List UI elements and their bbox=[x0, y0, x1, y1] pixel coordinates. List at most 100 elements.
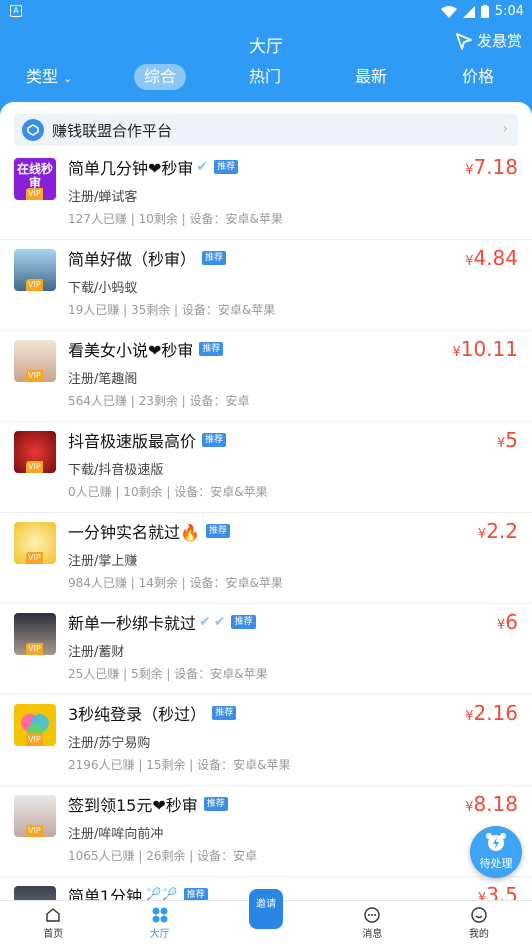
task-meta: 1065人已赚 | 26剩余 | 设备：安卓 bbox=[68, 849, 258, 863]
recommend-tag: 推荐 bbox=[214, 160, 239, 174]
task-title: 简单好做（秒审） bbox=[68, 250, 197, 269]
nav-mine[interactable]: 我的 bbox=[426, 901, 532, 946]
banner-text: 赚钱联盟合作平台 bbox=[52, 121, 173, 140]
vip-badge: VIP bbox=[26, 279, 43, 291]
tab-price[interactable]: 价格 bbox=[462, 64, 494, 90]
invite-label: 邀请 bbox=[256, 899, 277, 910]
task-price: ¥8.18 bbox=[465, 792, 518, 816]
tab-price-label: 价格 bbox=[462, 67, 495, 86]
task-thumbnail bbox=[14, 886, 56, 900]
task-title-row: 看美女小说❤秒审 推荐 bbox=[68, 337, 224, 361]
task-subtitle: 注册/苏宁易购 bbox=[68, 736, 151, 751]
vip-badge: VIP bbox=[26, 643, 43, 655]
task-item[interactable]: VIP 看美女小说❤秒审 推荐 注册/笔趣阁 564人已赚 | 23剩余 | 设… bbox=[0, 331, 532, 422]
post-reward-button[interactable]: 发悬赏 bbox=[455, 30, 522, 51]
bear-bolt-icon bbox=[486, 833, 506, 851]
task-thumbnail: VIP bbox=[14, 340, 56, 382]
recommend-tag: 推荐 bbox=[199, 342, 224, 356]
tab-latest[interactable]: 最新 bbox=[355, 64, 387, 90]
check-icon: ✔ bbox=[213, 614, 226, 630]
recommend-tag: 推荐 bbox=[202, 251, 227, 265]
chevron-right-icon: › bbox=[502, 121, 508, 137]
price-value: 2.16 bbox=[473, 701, 518, 725]
tab-type-label: 类型 bbox=[26, 67, 59, 86]
tab-hot[interactable]: 热门 bbox=[249, 64, 281, 90]
task-meta: 2196人已赚 | 15剩余 | 设备：安卓&苹果 bbox=[68, 758, 291, 772]
task-price: ¥2.16 bbox=[465, 701, 518, 725]
recommend-tag: 推荐 bbox=[205, 524, 230, 538]
task-thumbnail: VIP bbox=[14, 795, 56, 837]
task-item[interactable]: 在线秒审 VIP 简单几分钟❤秒审 ✔ 推荐 注册/蝉试客 127人已赚 | 1… bbox=[0, 149, 532, 240]
task-list-panel: 赚钱联盟合作平台 › 在线秒审 VIP 简单几分钟❤秒审 ✔ 推荐 注册/蝉试客… bbox=[0, 102, 532, 900]
nav-hall[interactable]: 大厅 bbox=[106, 901, 212, 946]
task-meta: 127人已赚 | 10剩余 | 设备：安卓&苹果 bbox=[68, 212, 283, 226]
profile-icon bbox=[426, 905, 532, 925]
task-item[interactable]: VIP 抖音极速版最高价 推荐 下载/抖音极速版 0人已赚 | 10剩余 | 设… bbox=[0, 422, 532, 513]
nav-home-label: 首页 bbox=[43, 929, 64, 940]
cursor-icon bbox=[456, 32, 472, 50]
tab-comprehensive[interactable]: 综合 bbox=[134, 64, 187, 90]
task-item[interactable]: VIP 一分钟实名就过🔥 推荐 注册/掌上赚 984人已赚 | 14剩余 | 设… bbox=[0, 513, 532, 604]
task-item[interactable]: VIP 简单好做（秒审） 推荐 下载/小蚂蚁 19人已赚 | 35剩余 | 设备… bbox=[0, 240, 532, 331]
task-item[interactable]: VIP 签到领15元❤秒审 推荐 注册/哞哞向前冲 1065人已赚 | 26剩余… bbox=[0, 786, 532, 877]
task-title-row: 简单几分钟❤秒审 ✔ 推荐 bbox=[68, 155, 239, 179]
price-value: 10.11 bbox=[460, 337, 518, 361]
recommend-tag: 推荐 bbox=[202, 433, 227, 447]
price-value: 7.18 bbox=[473, 155, 518, 179]
pending-label: 待处理 bbox=[479, 857, 513, 870]
task-meta: 984人已赚 | 14剩余 | 设备：安卓&苹果 bbox=[68, 576, 283, 590]
task-subtitle: 注册/掌上赚 bbox=[68, 554, 138, 569]
task-thumbnail: VIP bbox=[14, 431, 56, 473]
currency-symbol: ¥ bbox=[452, 345, 461, 360]
task-title: 简单几分钟❤秒审 bbox=[68, 159, 194, 178]
home-icon bbox=[0, 905, 106, 925]
recommend-tag: 推荐 bbox=[231, 615, 256, 629]
nav-home[interactable]: 首页 bbox=[0, 901, 106, 946]
task-subtitle: 注册/笔趣阁 bbox=[68, 372, 138, 387]
nav-messages[interactable]: 消息 bbox=[319, 901, 425, 946]
task-meta: 19人已赚 | 35剩余 | 设备：安卓&苹果 bbox=[68, 303, 276, 317]
battery-icon bbox=[480, 5, 489, 18]
status-time: 5:04 bbox=[494, 4, 524, 19]
invite-button[interactable]: 邀请 bbox=[249, 889, 284, 929]
price-value: 8.18 bbox=[473, 792, 518, 816]
task-title-row: 抖音极速版最高价 推荐 bbox=[68, 428, 227, 452]
bottom-nav: 首页 大厅 邀请 消息 我的 bbox=[0, 889, 532, 946]
task-thumbnail: VIP bbox=[14, 249, 56, 291]
vip-badge: VIP bbox=[26, 461, 43, 473]
task-title: 一分钟实名就过🔥 bbox=[68, 523, 200, 542]
task-price: ¥10.11 bbox=[452, 337, 518, 361]
nav-invite[interactable]: 邀请 bbox=[213, 889, 319, 946]
price-value: 4.84 bbox=[473, 246, 518, 270]
task-thumbnail: VIP bbox=[14, 704, 56, 746]
task-meta: 0人已赚 | 10剩余 | 设备：安卓&苹果 bbox=[68, 485, 268, 499]
vip-badge: VIP bbox=[26, 552, 43, 564]
vip-badge: VIP bbox=[26, 825, 43, 837]
task-price: ¥7.18 bbox=[465, 155, 518, 179]
nav-messages-label: 消息 bbox=[362, 929, 383, 940]
task-subtitle: 注册/哞哞向前冲 bbox=[68, 827, 164, 842]
task-title-row: 简单1分钟 🏸🏸 推荐 bbox=[68, 883, 208, 900]
task-title-row: 一分钟实名就过🔥 推荐 bbox=[68, 519, 230, 543]
price-value: 6 bbox=[505, 610, 518, 634]
notification-icon: A bbox=[10, 5, 22, 17]
task-subtitle: 注册/蝉试客 bbox=[68, 190, 138, 205]
partner-banner[interactable]: 赚钱联盟合作平台 › bbox=[14, 114, 518, 146]
task-title: 看美女小说❤秒审 bbox=[68, 341, 194, 360]
task-price: ¥3.5 bbox=[478, 883, 518, 900]
task-price: ¥6 bbox=[497, 610, 518, 634]
check-icon: ✔ bbox=[196, 159, 209, 175]
grid-icon bbox=[106, 905, 212, 925]
task-thumbnail: VIP bbox=[14, 613, 56, 655]
price-value: 3.5 bbox=[486, 883, 518, 900]
tab-type[interactable]: 类型 ⌄ bbox=[26, 64, 72, 90]
task-item[interactable]: VIP 新单一秒绑卡就过 ✔ ✔ 推荐 注册/蓄财 25人已赚 | 5剩余 | … bbox=[0, 604, 532, 695]
task-title: 新单一秒绑卡就过 bbox=[68, 614, 197, 633]
task-item[interactable]: VIP 3秒纯登录（秒过） 推荐 注册/苏宁易购 2196人已赚 | 15剩余 … bbox=[0, 695, 532, 786]
pending-button[interactable]: 待处理 bbox=[470, 826, 522, 878]
signal-icon bbox=[462, 5, 475, 18]
task-subtitle: 下载/小蚂蚁 bbox=[68, 281, 138, 296]
task-price: ¥5 bbox=[497, 428, 518, 452]
task-title-row: 3秒纯登录（秒过） 推荐 bbox=[68, 701, 237, 725]
task-price: ¥2.2 bbox=[478, 519, 518, 543]
